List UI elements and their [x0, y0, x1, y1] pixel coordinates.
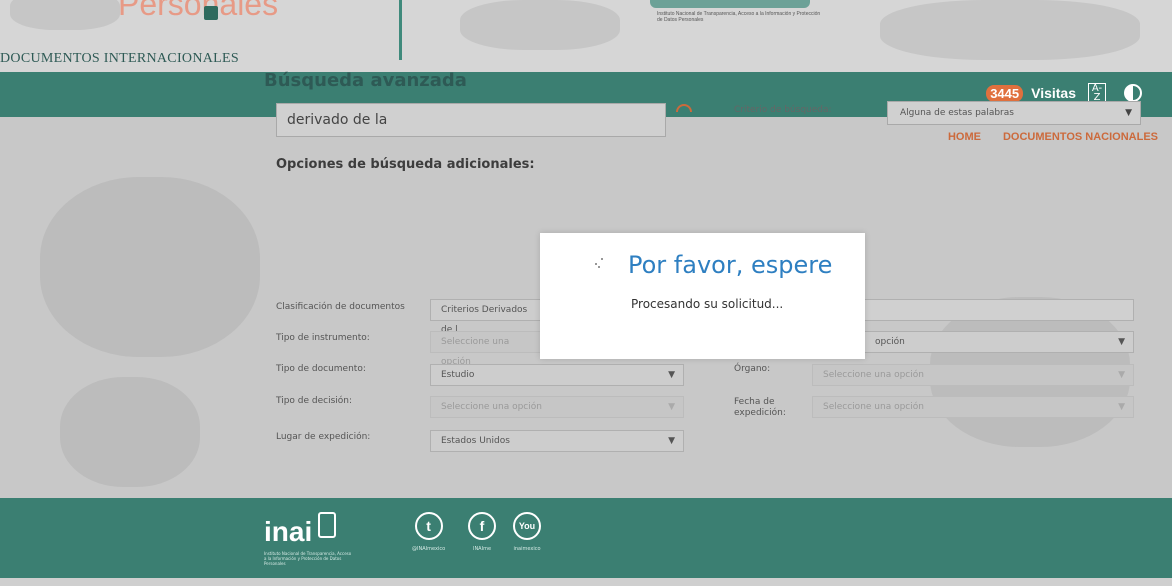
- youtube-label: inaimexico: [513, 546, 541, 552]
- inai-book-icon: [318, 512, 336, 538]
- criterio-value: Alguna de estas palabras: [900, 108, 1014, 118]
- map-silhouette: [460, 0, 620, 50]
- organo-select[interactable]: Seleccione una opción ▼: [812, 364, 1134, 386]
- header-logo-text: Personales: [118, 0, 279, 22]
- clasificacion-label: Clasificación de documentos: [276, 302, 405, 312]
- criterio-label: Criterio de búsqueda:: [734, 105, 832, 115]
- contrast-icon[interactable]: [1124, 84, 1142, 102]
- tipo-decision-select[interactable]: Seleccione una opción ▼: [430, 396, 684, 418]
- caret-down-icon: ▼: [668, 436, 675, 446]
- accessibility-az-icon[interactable]: A-Z: [1088, 83, 1106, 103]
- caret-down-icon: ▼: [1125, 108, 1132, 118]
- footer-logo: inai: [264, 516, 313, 547]
- tipo-documento-label: Tipo de documento:: [276, 364, 366, 374]
- organo-value: Seleccione una opción: [823, 370, 924, 380]
- map-silhouette: [880, 0, 1140, 60]
- youtube-icon[interactable]: You: [513, 512, 541, 540]
- right-select-value: opción: [875, 337, 905, 347]
- section-title: DOCUMENTOS INTERNACIONALES: [0, 51, 239, 66]
- tipo-documento-value: Estudio: [441, 370, 475, 380]
- bottom-strip: [0, 578, 1172, 586]
- page-title: Búsqueda avanzada: [264, 70, 467, 91]
- modal-title: Por favor, espere: [628, 251, 833, 279]
- caret-down-icon: ▼: [1118, 370, 1125, 380]
- tipo-instrumento-select[interactable]: Seleccione una opción: [430, 331, 542, 367]
- inai-logo: [650, 0, 810, 8]
- caret-down-icon: ▼: [1118, 402, 1125, 412]
- right-input[interactable]: [864, 299, 1134, 321]
- facebook-label: INAIme: [472, 546, 492, 552]
- tipo-documento-select[interactable]: Estudio ▼: [430, 364, 684, 386]
- nav-home[interactable]: HOME: [948, 131, 981, 143]
- fecha-expedicion-label: Fecha de expedición:: [734, 397, 786, 418]
- top-nav: HOME DOCUMENTOS NACIONALES: [948, 131, 1158, 143]
- map-silhouette: [10, 0, 120, 30]
- institute-name: Instituto Nacional de Transparencia, Acc…: [657, 11, 821, 23]
- subtitle: Opciones de búsqueda adicionales:: [276, 157, 535, 172]
- twitter-icon[interactable]: t: [414, 512, 443, 540]
- facebook-icon[interactable]: f: [468, 512, 496, 540]
- lugar-expedicion-label: Lugar de expedición:: [276, 432, 371, 442]
- site-footer: inai Instituto Nacional de Transparencia…: [0, 498, 1172, 578]
- visits-count: 3445: [986, 84, 1024, 102]
- lugar-expedicion-value: Estados Unidos: [441, 436, 510, 446]
- header-divider: [399, 0, 402, 60]
- fecha-expedicion-value: Seleccione una opción: [823, 402, 924, 412]
- visits-label: Visitas: [1031, 85, 1076, 101]
- criterio-select[interactable]: Alguna de estas palabras ▼: [887, 101, 1141, 125]
- clasificacion-select[interactable]: Criterios Derivados de l: [430, 299, 542, 335]
- tipo-decision-label: Tipo de decisión:: [276, 396, 353, 406]
- fecha-expedicion-select[interactable]: Seleccione una opción ▼: [812, 396, 1134, 418]
- caret-down-icon: ▼: [1118, 337, 1125, 347]
- visits-area: 3445 Visitas A-Z: [986, 83, 1142, 103]
- lugar-expedicion-select[interactable]: Estados Unidos ▼: [430, 430, 684, 452]
- site-header: Personales DOCUMENTOS INTERNACIONALES In…: [0, 0, 1172, 72]
- caret-down-icon: ▼: [668, 370, 675, 380]
- tipo-instrumento-label: Tipo de instrumento:: [276, 333, 370, 343]
- lock-icon: [204, 6, 218, 20]
- map-silhouette: [60, 377, 200, 487]
- footer-tagline: Instituto Nacional de Transparencia, Acc…: [264, 551, 352, 566]
- modal-message: Procesando su solicitud...: [631, 297, 784, 311]
- facebook-link[interactable]: f INAIme: [468, 512, 496, 552]
- caret-down-icon: ▼: [668, 402, 675, 412]
- twitter-link[interactable]: t @INAImexico: [412, 512, 445, 552]
- organo-label: Órgano:: [734, 364, 771, 374]
- youtube-link[interactable]: You inaimexico: [513, 512, 541, 552]
- nav-documentos-nacionales[interactable]: DOCUMENTOS NACIONALES: [1003, 131, 1158, 143]
- search-input[interactable]: derivado de la: [276, 103, 666, 137]
- map-silhouette: [40, 177, 260, 357]
- tipo-decision-value: Seleccione una opción: [441, 402, 542, 412]
- twitter-label: @INAImexico: [412, 546, 446, 552]
- spinner-icon: [595, 258, 605, 268]
- right-select[interactable]: opción ▼: [864, 331, 1134, 353]
